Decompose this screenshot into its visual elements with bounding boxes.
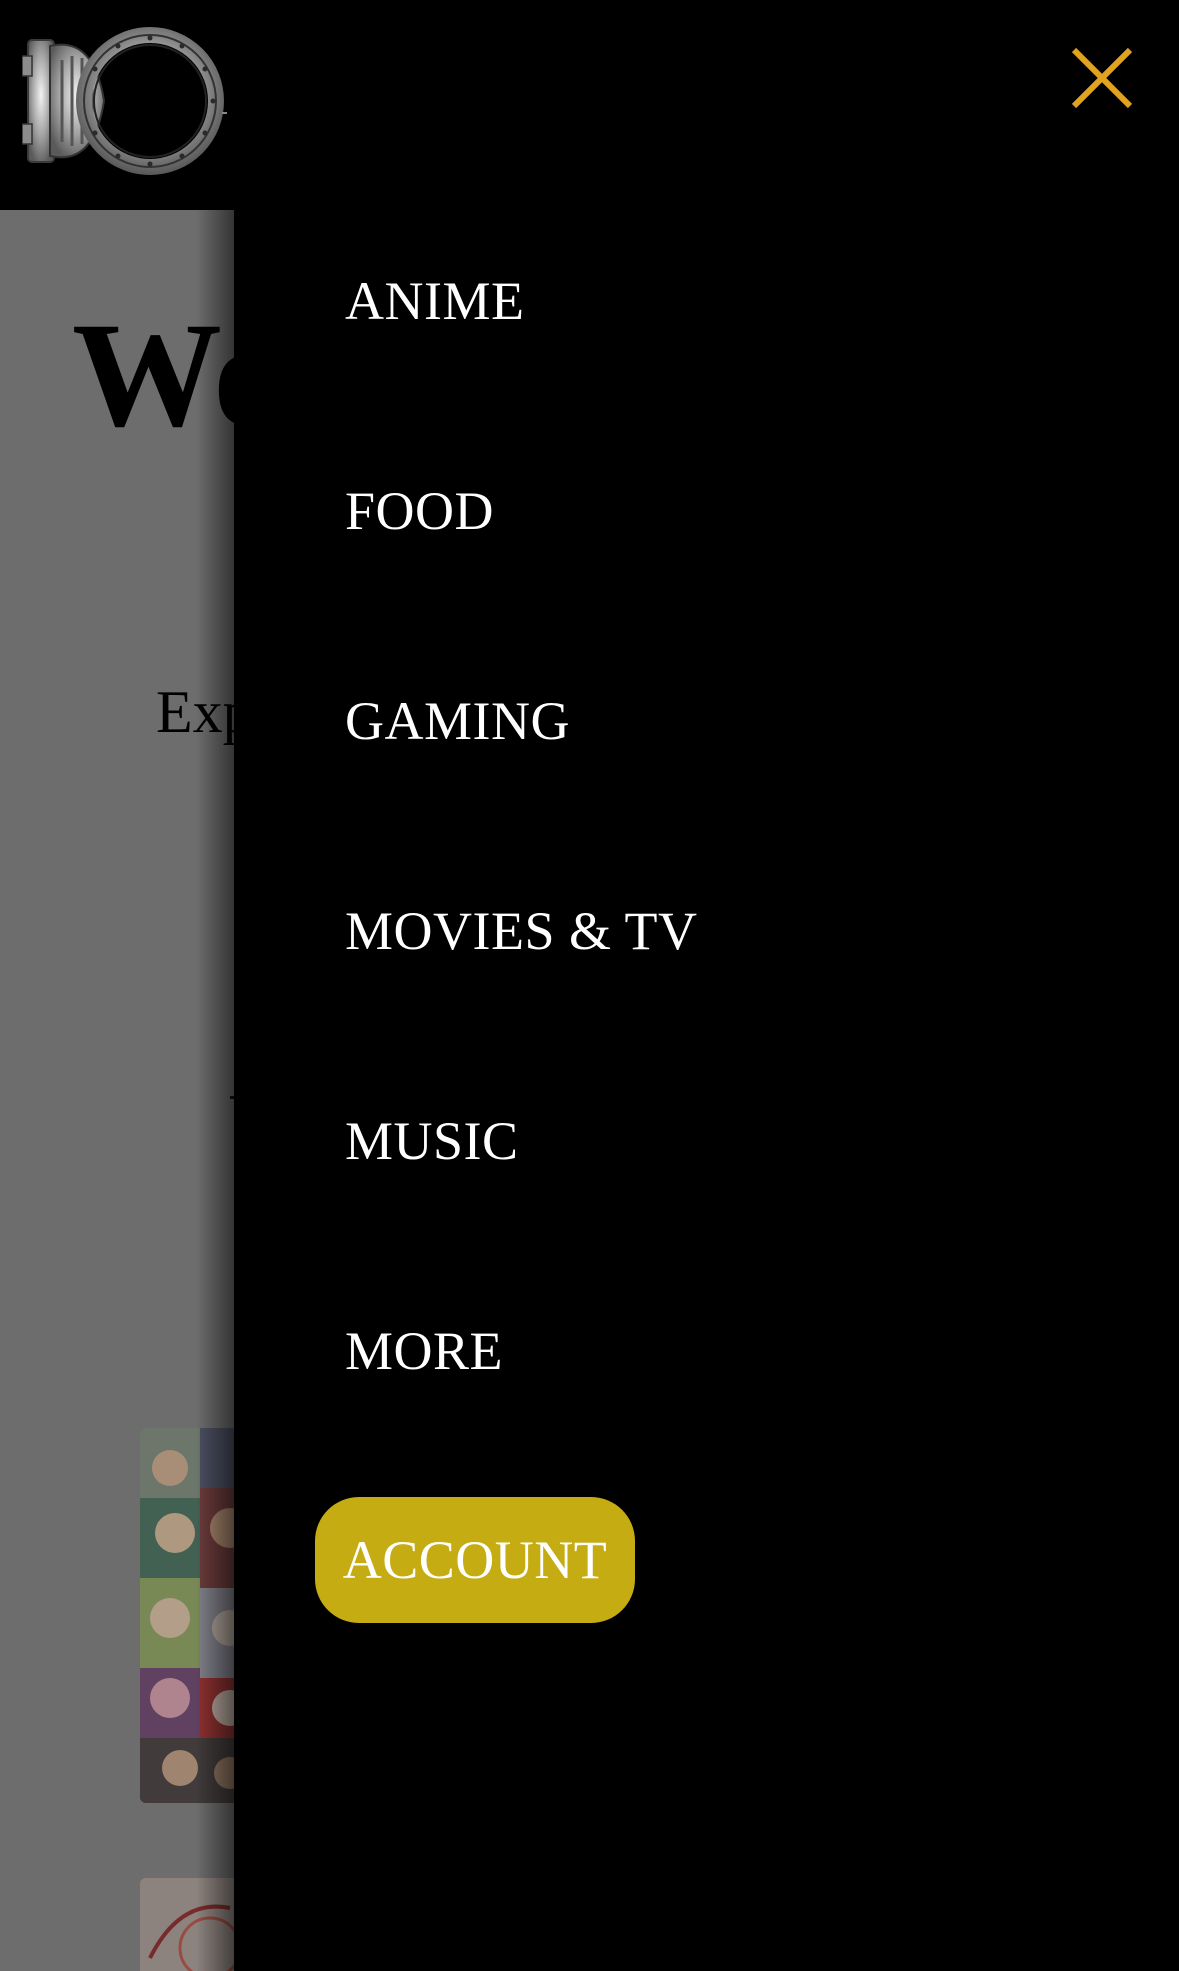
menu-item-movies-tv[interactable]: MOVIES & TV — [345, 904, 698, 958]
menu-item-music[interactable]: MUSIC — [345, 1114, 519, 1168]
drawer-shadow — [196, 210, 236, 1971]
app-screen: We Exp — [0, 0, 1179, 1971]
menu-item-gaming[interactable]: GAMING — [345, 694, 570, 748]
menu-item-anime[interactable]: ANIME — [345, 274, 524, 328]
account-button[interactable]: ACCOUNT — [315, 1497, 635, 1623]
menu-item-food[interactable]: FOOD — [345, 484, 494, 538]
close-icon[interactable] — [1068, 44, 1136, 112]
vault-door-logo-icon[interactable] — [22, 26, 227, 176]
menu-item-more[interactable]: MORE — [345, 1324, 503, 1378]
account-button-label: ACCOUNT — [342, 1530, 608, 1590]
